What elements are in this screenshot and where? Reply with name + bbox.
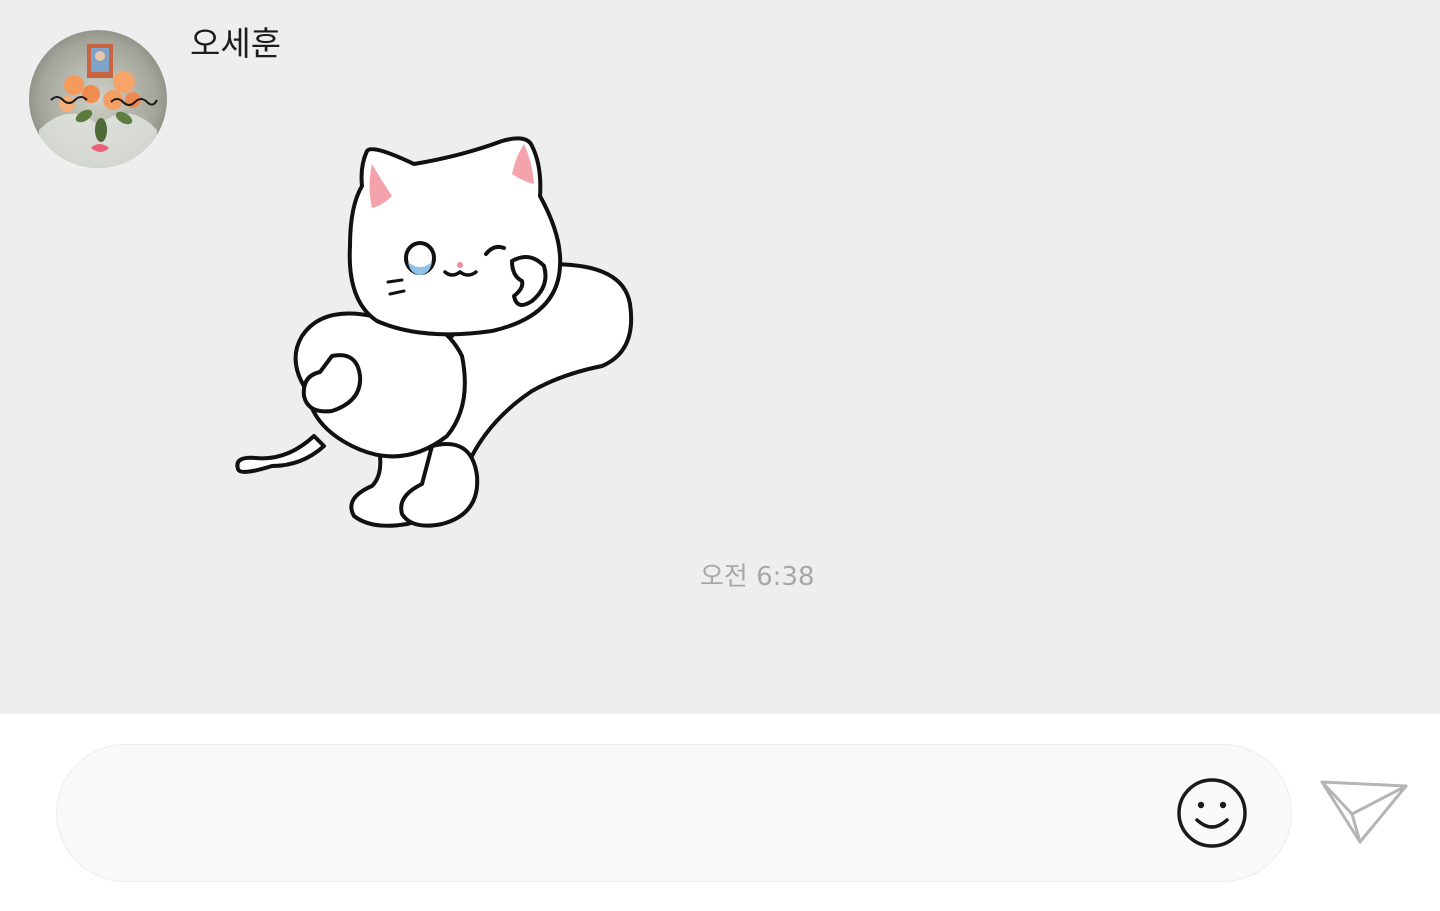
message-timestamp: 오전 6:38 — [700, 562, 815, 592]
chat-area[interactable]: 오세훈 오전 6:38 — [0, 0, 1440, 714]
send-button[interactable] — [1318, 774, 1410, 850]
message-input-container[interactable] — [56, 744, 1292, 882]
composer-bar — [0, 714, 1440, 911]
sender-avatar[interactable] — [29, 30, 167, 168]
cat-sticker[interactable] — [232, 126, 642, 536]
paper-plane-icon — [1320, 780, 1408, 844]
cat-sticker-image — [235, 136, 634, 528]
emoji-button[interactable] — [1175, 776, 1249, 850]
smiley-face-icon — [1177, 778, 1247, 848]
sender-name: 오세훈 — [190, 24, 282, 63]
avatar-image — [29, 30, 167, 168]
message-input[interactable] — [97, 745, 1161, 882]
